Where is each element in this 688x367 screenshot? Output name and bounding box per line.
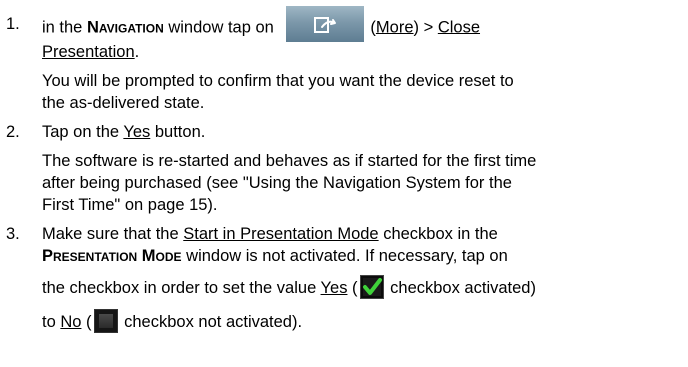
step-text: Presentation Mode window is not activate…: [42, 246, 508, 266]
step-number: 1.: [6, 15, 20, 33]
text-segment: checkbox activated): [385, 279, 536, 297]
more-arrow-icon: [314, 17, 337, 33]
text-segment: the checkbox in order to set the value: [42, 279, 321, 297]
text-segment: (: [81, 313, 92, 331]
window-name-navigation: Navigation: [86, 18, 164, 37]
text-segment: to: [42, 313, 61, 331]
text-segment: in the: [42, 18, 87, 37]
step-text: in the Navigation window tap on (More) >…: [42, 6, 481, 42]
text-segment: .: [134, 43, 140, 61]
text-segment: window is not activated. If necessary, t…: [181, 247, 508, 265]
step-text: Presentation.: [42, 42, 139, 62]
step-text: Make sure that the Start in Presentation…: [42, 224, 498, 244]
step-text: the checkbox in order to set the value Y…: [42, 274, 536, 299]
step-text: Tap on the Yes button.: [42, 122, 205, 142]
text-segment: window tap on: [163, 18, 279, 37]
start-in-presentation-mode-link: Start in Presentation Mode: [183, 225, 379, 243]
note-text: the as-delivered state.: [42, 94, 205, 112]
text-segment: ) >: [413, 18, 438, 37]
step-text: to No ( checkbox not activated).: [42, 308, 303, 333]
step-number: 3.: [6, 225, 20, 243]
no-value-link: No: [60, 313, 82, 331]
step-number: 2.: [6, 123, 20, 141]
text-segment: button.: [150, 123, 206, 141]
note-text: The software is re-started and behaves a…: [42, 152, 537, 170]
text-segment: Make sure that the: [42, 225, 184, 243]
checkbox-unchecked-icon: [93, 308, 118, 333]
checkbox-checked-icon: [359, 274, 384, 299]
window-name-presentation-mode: Presentation Mode: [42, 247, 182, 265]
presentation-link: Presentation: [42, 43, 135, 61]
text-segment: checkbox not activated).: [119, 313, 303, 331]
yes-value-link: Yes: [320, 279, 348, 297]
close-link: Close: [437, 18, 481, 37]
yes-button-link: Yes: [123, 123, 151, 141]
note-text: First Time" on page 15).: [42, 196, 218, 214]
more-button-icon: [286, 6, 365, 42]
text-segment: checkbox in the: [378, 225, 498, 243]
text-segment: (: [347, 279, 358, 297]
checkmark-icon: [362, 277, 382, 296]
more-link: More: [375, 18, 414, 37]
note-text: after being purchased (see "Using the Na…: [42, 174, 512, 192]
text-segment: Tap on the: [42, 123, 124, 141]
note-text: You will be prompted to confirm that you…: [42, 72, 514, 90]
